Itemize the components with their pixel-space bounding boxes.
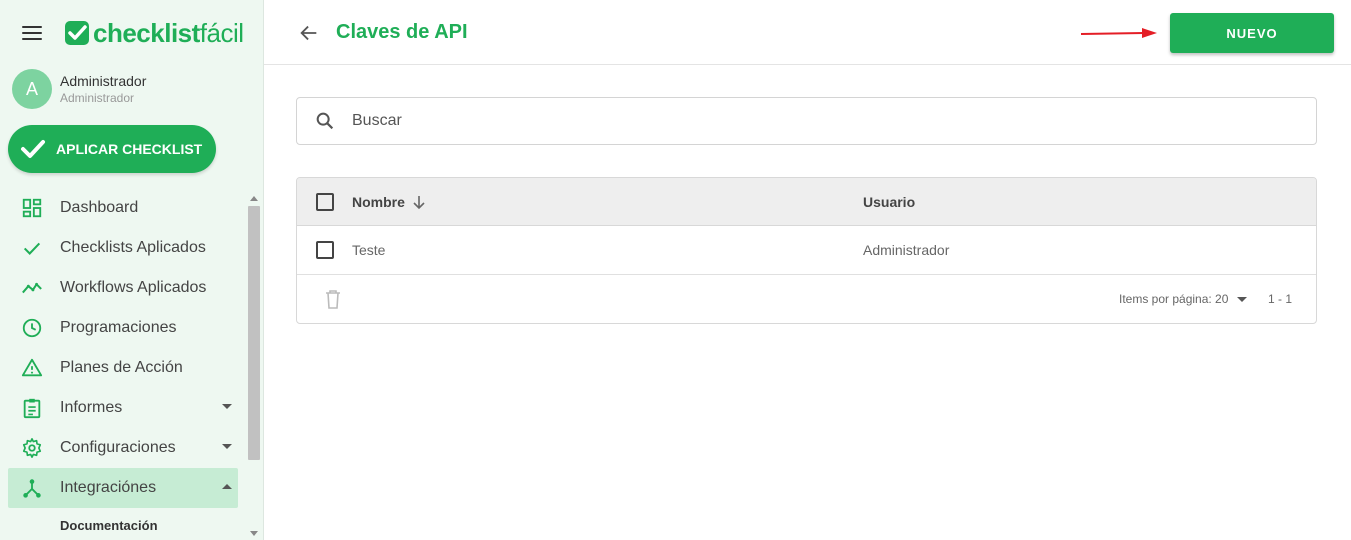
cell-name: Teste xyxy=(352,242,386,258)
red-arrow-annotation-icon xyxy=(1080,28,1157,38)
logo-text: checklistfácil xyxy=(93,18,244,48)
user-profile[interactable]: A Administrador Administrador xyxy=(12,69,146,109)
sidebar-subitem-documentacion[interactable]: Documentación xyxy=(8,508,238,540)
sidebar-item-label: Workflows Aplicados xyxy=(60,279,207,296)
sidebar-item-label: Programaciones xyxy=(60,319,177,336)
search-input[interactable] xyxy=(352,112,1252,130)
app-root: checklistfácil A Administrador Administr… xyxy=(0,0,1351,540)
logo: checklistfácil xyxy=(64,18,244,48)
sidebar-item-informes[interactable]: Informes xyxy=(8,388,238,428)
check-icon xyxy=(21,140,45,158)
warning-icon xyxy=(20,356,44,380)
clipboard-icon xyxy=(20,396,44,420)
apply-checklist-button[interactable]: APLICAR CHECKLIST xyxy=(8,125,216,173)
scroll-up-arrow-icon[interactable] xyxy=(250,196,258,201)
sidebar-item-label: Dashboard xyxy=(60,199,139,216)
row-checkbox[interactable] xyxy=(316,241,334,259)
select-all-checkbox[interactable] xyxy=(316,192,334,211)
clock-icon xyxy=(20,316,44,340)
chevron-up-icon[interactable] xyxy=(222,484,232,489)
sidebar-item-programaciones[interactable]: Programaciones xyxy=(8,308,238,348)
scroll-thumb[interactable] xyxy=(248,206,260,460)
sidebar-scrollbar[interactable] xyxy=(247,190,261,540)
new-button[interactable]: NUEVO xyxy=(1170,13,1334,53)
back-arrow-icon[interactable] xyxy=(298,22,320,44)
sidebar-item-label: Informes xyxy=(60,399,123,416)
cell-user: Administrador xyxy=(863,242,950,258)
items-per-page-label: Items por página: 20 xyxy=(1119,292,1229,306)
column-header-name-label: Nombre xyxy=(352,193,405,210)
dropdown-arrow-icon xyxy=(1237,296,1248,302)
user-role: Administrador xyxy=(60,91,135,105)
sidebar-item-workflows[interactable]: Workflows Aplicados xyxy=(8,268,238,308)
column-header-user[interactable]: Usuario xyxy=(863,194,915,210)
sidebar-item-label: Configuraciones xyxy=(60,439,176,456)
hub-icon xyxy=(20,476,44,500)
user-name: Administrador xyxy=(60,73,147,89)
sort-arrow-down-icon[interactable] xyxy=(411,194,427,210)
chevron-down-icon[interactable] xyxy=(222,444,232,449)
chevron-down-icon[interactable] xyxy=(222,404,232,409)
user-info: Administrador Administrador xyxy=(60,72,146,106)
api-keys-table: Nombre Usuario Teste Administrador Items… xyxy=(296,177,1317,324)
avatar: A xyxy=(12,69,52,109)
check-icon xyxy=(20,236,44,260)
sidebar-item-label: Integraciónes xyxy=(60,479,157,496)
gear-icon xyxy=(20,436,44,460)
hamburger-menu-icon[interactable] xyxy=(22,26,42,42)
column-header-name[interactable]: Nombre xyxy=(352,194,427,210)
sidebar-item-planes[interactable]: Planes de Acción xyxy=(8,348,238,388)
sidebar-item-label: Planes de Acción xyxy=(60,359,183,376)
page-title: Claves de API xyxy=(336,21,468,43)
sidebar-item-checklists[interactable]: Checklists Aplicados xyxy=(8,228,238,268)
logo-text-thin: fácil xyxy=(199,18,244,48)
dashboard-icon xyxy=(20,196,44,220)
table-footer: Items por página: 20 1 - 1 xyxy=(297,275,1316,323)
sidebar-item-dashboard[interactable]: Dashboard xyxy=(8,188,238,228)
table-header: Nombre Usuario xyxy=(297,178,1316,226)
topbar: Claves de API NUEVO xyxy=(264,0,1351,65)
pagination-range: 1 - 1 xyxy=(1268,292,1293,306)
sidebar: checklistfácil A Administrador Administr… xyxy=(0,0,264,540)
search-bar[interactable] xyxy=(296,97,1317,145)
logo-check-icon xyxy=(65,21,89,45)
sidebar-nav: Dashboard Checklists Aplicados Workflows… xyxy=(8,188,238,540)
trash-icon[interactable] xyxy=(324,289,342,309)
sidebar-item-label: Checklists Aplicados xyxy=(60,239,206,256)
scroll-down-arrow-icon[interactable] xyxy=(250,531,258,536)
search-icon xyxy=(316,112,334,130)
trending-icon xyxy=(20,276,44,300)
items-per-page-select[interactable]: Items por página: 20 xyxy=(1119,292,1248,306)
apply-checklist-label: APLICAR CHECKLIST xyxy=(56,141,203,157)
sidebar-item-configuraciones[interactable]: Configuraciones xyxy=(8,428,238,468)
logo-text-bold: checklist xyxy=(93,18,200,48)
table-row[interactable]: Teste Administrador xyxy=(297,226,1316,275)
sidebar-item-integraciones[interactable]: Integraciónes xyxy=(8,468,238,508)
